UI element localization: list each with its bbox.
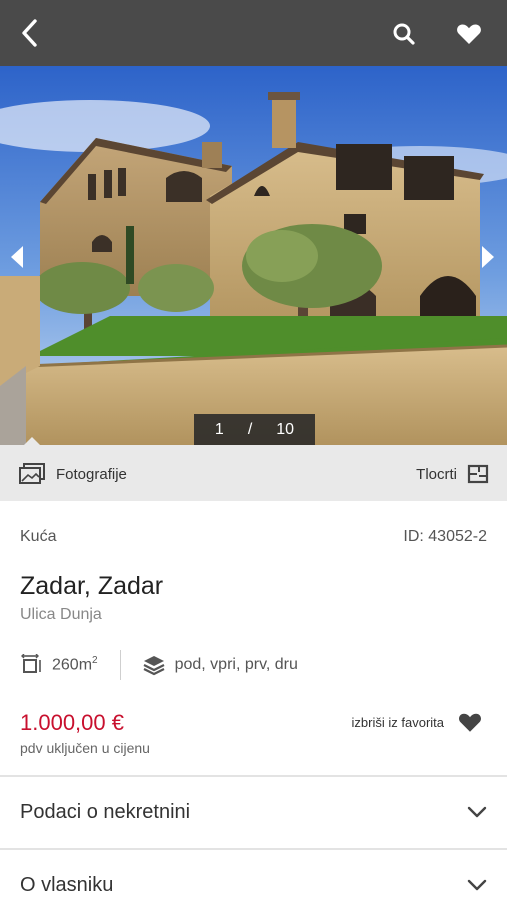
arrow-right-icon (482, 246, 494, 268)
tab-floor-plans[interactable]: Tlocrti (416, 461, 489, 487)
property-type: Kuća (20, 528, 57, 545)
photo-counter-separator: / (247, 420, 253, 438)
accordion-property-details-label: Podaci o nekretnini (20, 800, 191, 823)
favorite-button[interactable] (452, 18, 486, 50)
search-button[interactable] (388, 18, 420, 50)
property-id: ID: 43052-2 (403, 528, 487, 545)
chevron-left-icon (22, 19, 37, 47)
back-button[interactable] (12, 16, 46, 50)
property-title: Zadar, Zadar (20, 572, 164, 600)
search-icon (393, 23, 415, 45)
next-photo-button[interactable] (477, 242, 499, 272)
previous-photo-button[interactable] (6, 242, 28, 272)
property-price: 1.000,00 € (20, 710, 124, 735)
media-tabs: Fotografije Tlocrti (0, 437, 507, 501)
photo-counter-total: 10 (276, 420, 295, 438)
tab-photos-label: Fotografije (56, 465, 127, 483)
photo-counter-current: 1 (214, 420, 224, 438)
area-value: 260m (52, 656, 93, 674)
property-area: 260m2 (52, 655, 98, 674)
photo-gallery[interactable]: 1 / 10 (0, 66, 507, 445)
property-facts: 260m2 pod, vpri, prv, dru (20, 650, 298, 680)
accordion-owner-label: O vlasniku (20, 873, 114, 896)
facts-separator (119, 650, 121, 680)
remove-favorite-label: izbriši iz favorita (351, 715, 444, 730)
top-bar (0, 0, 507, 66)
arrow-left-icon (11, 246, 23, 268)
heart-icon (459, 713, 481, 732)
property-street: Ulica Dunja (20, 606, 102, 623)
area-icon (21, 654, 41, 673)
heart-icon (457, 24, 481, 44)
property-floors: pod, vpri, prv, dru (174, 656, 298, 673)
photo-counter: 1 / 10 (194, 414, 315, 445)
photos-icon (19, 463, 45, 484)
active-tab-pointer (24, 437, 40, 445)
tab-plans-label: Tlocrti (416, 465, 457, 483)
property-photo (0, 66, 507, 445)
chevron-down-icon (467, 806, 487, 818)
layers-icon (143, 656, 165, 676)
accordion-owner[interactable]: O vlasniku (0, 849, 507, 900)
vat-note: pdv uključen u cijenu (20, 740, 150, 756)
chevron-down-icon (467, 879, 487, 891)
floor-plan-icon (467, 464, 489, 484)
remove-favorite-button[interactable]: izbriši iz favorita (352, 712, 482, 733)
area-unit-exponent: 2 (92, 655, 98, 667)
accordion-property-details[interactable]: Podaci o nekretnini (0, 776, 507, 848)
tab-photos[interactable]: Fotografije (18, 461, 127, 487)
